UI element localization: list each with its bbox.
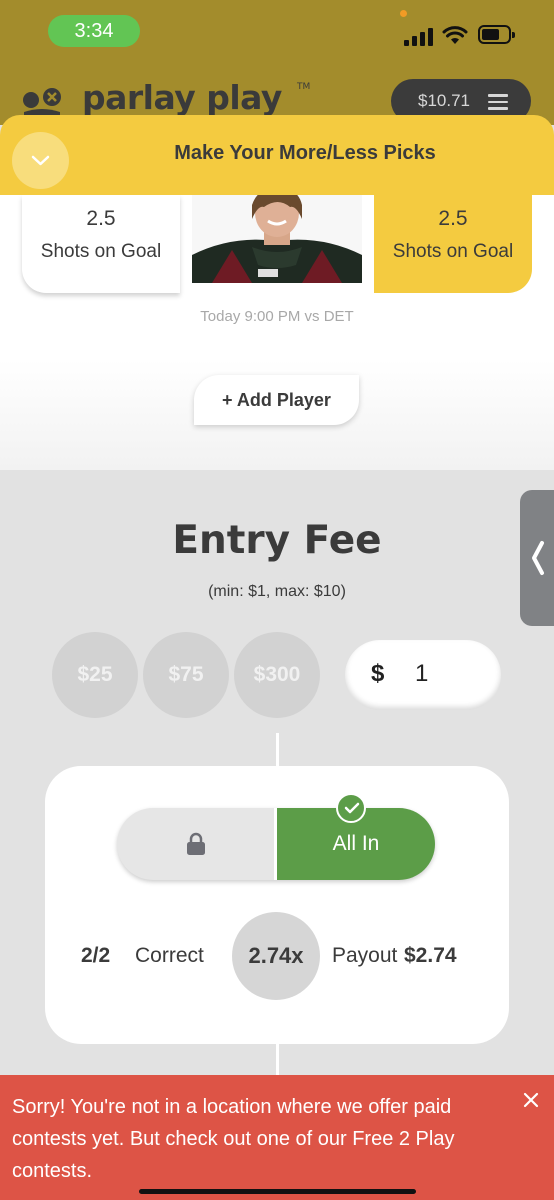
selected-check-badge (336, 793, 366, 823)
payout-card: All In 2/2 Correct 2.74x Payout $2.74 (45, 766, 509, 1044)
battery-icon (478, 25, 515, 44)
connector-line-bottom (276, 1044, 279, 1075)
privacy-indicator-dot (400, 10, 407, 17)
hamburger-menu-icon (488, 94, 508, 110)
payout-summary-row: 2/2 Correct 2.74x Payout $2.74 (45, 912, 509, 1002)
connector-line-top (276, 733, 279, 766)
fee-preset-300[interactable]: $300 (234, 632, 320, 718)
sheet-title: Make Your More/Less Picks (174, 142, 436, 164)
wifi-icon (442, 26, 468, 44)
fee-preset-25[interactable]: $25 (52, 632, 138, 718)
payout-multiplier: 2.74x (232, 912, 320, 1000)
logo-mascot-icon (23, 88, 61, 118)
less-stat-label: Shots on Goal (40, 241, 162, 262)
entry-fee-range: (min: $1, max: $10) (208, 583, 346, 600)
entry-fee-title: Entry Fee (172, 518, 382, 563)
correct-label: Correct (135, 944, 204, 967)
app-header: 3:34 parlay play TM $10.71 (0, 0, 554, 125)
add-player-button[interactable]: + Add Player (194, 375, 359, 425)
close-icon[interactable] (520, 1089, 542, 1111)
cellular-signal-icon (404, 28, 434, 46)
error-message: Sorry! You're not in a location where we… (12, 1096, 455, 1182)
entry-amount-input[interactable]: $ 1 (345, 640, 501, 710)
currency-symbol: $ (371, 660, 385, 687)
checkmark-icon (344, 802, 360, 814)
more-line-value: 2.5 (438, 207, 468, 230)
more-pick-card[interactable]: 2.5 Shots on Goal (374, 195, 532, 293)
locked-mode-option[interactable] (117, 808, 275, 880)
less-pick-card[interactable]: 2.5 Shots on Goal (22, 195, 180, 293)
balance-amount: $10.71 (418, 91, 470, 110)
home-indicator[interactable] (139, 1189, 416, 1194)
side-drawer-tab[interactable] (520, 490, 554, 626)
status-time: 3:34 (48, 15, 140, 47)
logo-trademark: TM (297, 82, 311, 92)
pick-area: 2.5 Shots on Goal 2.5 Shots on Goal Toda… (0, 195, 554, 470)
payout-label: Payout (332, 944, 398, 967)
entry-amount-value: 1 (415, 660, 429, 687)
mode-toggle: All In (117, 793, 435, 880)
player-headshot-image (192, 195, 362, 283)
correct-count: 2/2 (81, 944, 111, 967)
logo-wordmark: parlay play (82, 78, 282, 117)
lock-icon (187, 832, 205, 855)
payout-value: $2.74 (404, 944, 457, 967)
chevron-left-icon (532, 541, 544, 575)
more-stat-label: Shots on Goal (392, 241, 514, 262)
less-line-value: 2.5 (86, 207, 116, 230)
game-time: Today 9:00 PM vs DET (200, 308, 354, 325)
player-photo (192, 195, 362, 283)
picks-sheet-header: Make Your More/Less Picks (0, 115, 554, 195)
location-error-banner: Sorry! You're not in a location where we… (0, 1075, 554, 1200)
fee-preset-75[interactable]: $75 (143, 632, 229, 718)
